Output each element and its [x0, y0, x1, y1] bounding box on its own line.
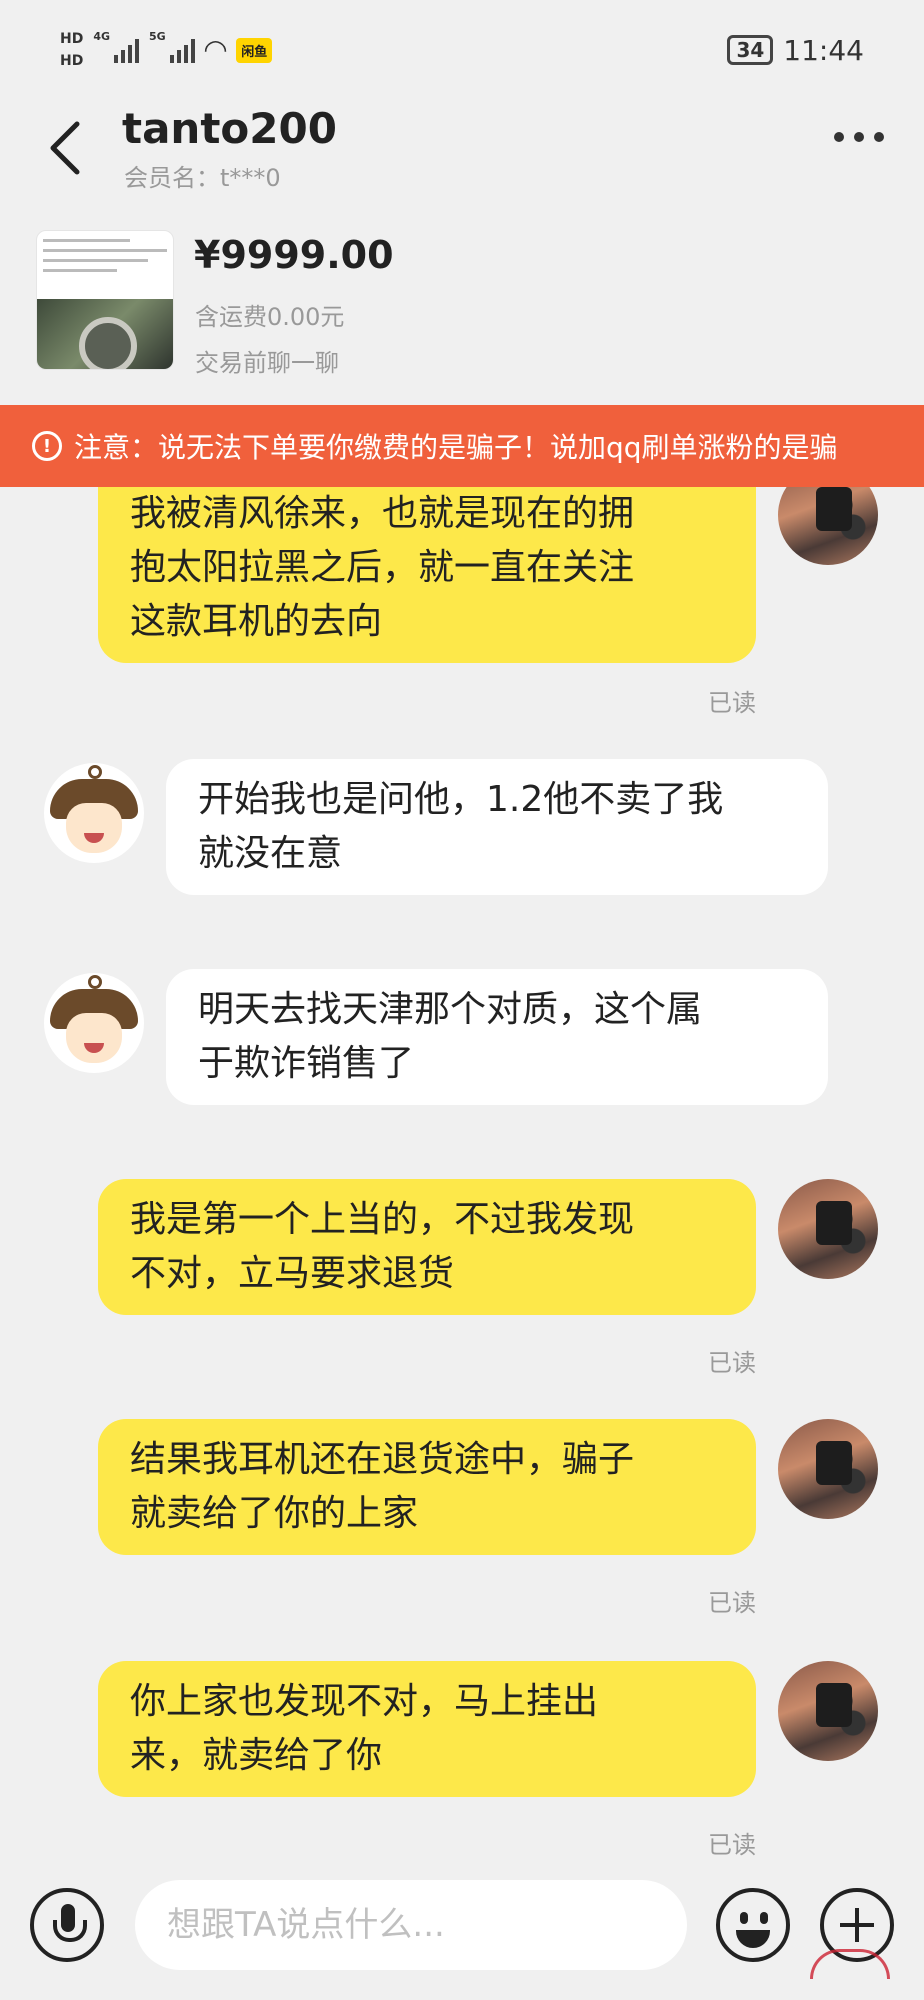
contact-avatar[interactable]	[44, 973, 144, 1073]
message-bubble[interactable]: 你上家也发现不对，马上挂出 来，就卖给了你	[98, 1661, 756, 1797]
hd2-label: HD	[60, 53, 84, 69]
message-bubble[interactable]: 开始我也是问他，1.2他不卖了我 就没在意	[166, 759, 828, 895]
contact-name: tanto200	[122, 104, 337, 153]
message-line: 开始我也是问他，1.2他不卖了我	[198, 779, 724, 820]
more-icon[interactable]	[834, 132, 884, 142]
warning-banner[interactable]: ! 注意：说无法下单要你缴费的是骗子！说加qq刷单涨粉的是骗	[0, 405, 924, 487]
message-bubble[interactable]: 结果我耳机还在退货途中，骗子 就卖给了你的上家	[98, 1419, 756, 1555]
signal-icon	[169, 37, 195, 63]
message-line: 结果我耳机还在退货途中，骗子	[130, 1439, 635, 1480]
emoji-icon[interactable]	[716, 1888, 790, 1962]
battery-icon: 34	[727, 35, 774, 65]
hd1-label: HD	[60, 31, 84, 47]
message-line: 于欺诈销售了	[198, 1043, 415, 1084]
message-line: 你上家也发现不对，马上挂出	[130, 1681, 599, 1722]
mic-icon[interactable]	[30, 1888, 104, 1962]
chat-first-note: 交易前聊一聊	[195, 349, 339, 377]
my-avatar[interactable]	[778, 1661, 878, 1761]
message-line: 这款耳机的去向	[130, 601, 383, 642]
message-line: 来，就卖给了你	[130, 1735, 383, 1776]
back-arrow-icon	[50, 121, 80, 175]
my-avatar[interactable]	[778, 1419, 878, 1519]
watermark-logo	[790, 1945, 920, 1995]
product-price: ¥9999.00	[194, 233, 394, 277]
my-avatar[interactable]	[778, 1179, 878, 1279]
product-card[interactable]: ¥9999.00 含运费0.00元 交易前聊一聊	[0, 215, 924, 405]
input-bar	[0, 1870, 924, 2000]
net1-label: 4G	[93, 30, 111, 43]
message-list[interactable]: 我被清风徐来，也就是现在的拥 抱太阳拉黑之后，就一直在关注 这款耳机的去向 已读…	[0, 487, 924, 1870]
status-bar: HD HD 4G 5G ◠ 闲鱼 34 11:44	[0, 0, 924, 100]
hd-indicators: HD HD	[60, 30, 83, 70]
shipping-info: 含运费0.00元	[195, 303, 345, 331]
message-line: 明天去找天津那个对质，这个属	[198, 989, 703, 1030]
product-thumbnail[interactable]	[36, 230, 174, 370]
net2-label: 5G	[149, 30, 166, 43]
message-bubble[interactable]: 我是第一个上当的，不过我发现 不对，立马要求退货	[98, 1179, 756, 1315]
chat-header: tanto200 会员名：t***0	[0, 100, 924, 200]
app-badge: 闲鱼	[236, 37, 273, 63]
message-bubble[interactable]: 我被清风徐来，也就是现在的拥 抱太阳拉黑之后，就一直在关注 这款耳机的去向	[98, 487, 756, 663]
message-line: 我是第一个上当的，不过我发现	[130, 1199, 635, 1240]
status-right: 34 11:44	[727, 34, 864, 67]
message-input[interactable]	[135, 1880, 687, 1970]
message-line: 就没在意	[198, 833, 343, 874]
warning-text: 注意：说无法下单要你缴费的是骗子！说加qq刷单涨粉的是骗	[74, 431, 838, 464]
status-left: HD HD 4G 5G ◠ 闲鱼	[60, 30, 273, 70]
read-receipt: 已读	[708, 1349, 756, 1377]
wifi-icon: ◠	[204, 33, 227, 66]
warning-icon: !	[32, 431, 62, 461]
message-bubble[interactable]: 明天去找天津那个对质，这个属 于欺诈销售了	[166, 969, 828, 1105]
read-receipt: 已读	[708, 1831, 756, 1859]
message-line: 抱太阳拉黑之后，就一直在关注	[130, 547, 635, 588]
message-line: 我被清风徐来，也就是现在的拥	[130, 493, 635, 534]
back-button[interactable]	[40, 118, 90, 178]
contact-avatar[interactable]	[44, 763, 144, 863]
member-name: 会员名：t***0	[124, 164, 281, 192]
clock: 11:44	[783, 33, 864, 67]
message-line: 就卖给了你的上家	[130, 1493, 419, 1534]
read-receipt: 已读	[708, 689, 756, 717]
read-receipt: 已读	[708, 1589, 756, 1617]
message-line: 不对，立马要求退货	[130, 1253, 455, 1294]
signal-icon	[114, 37, 140, 63]
my-avatar[interactable]	[778, 487, 878, 565]
